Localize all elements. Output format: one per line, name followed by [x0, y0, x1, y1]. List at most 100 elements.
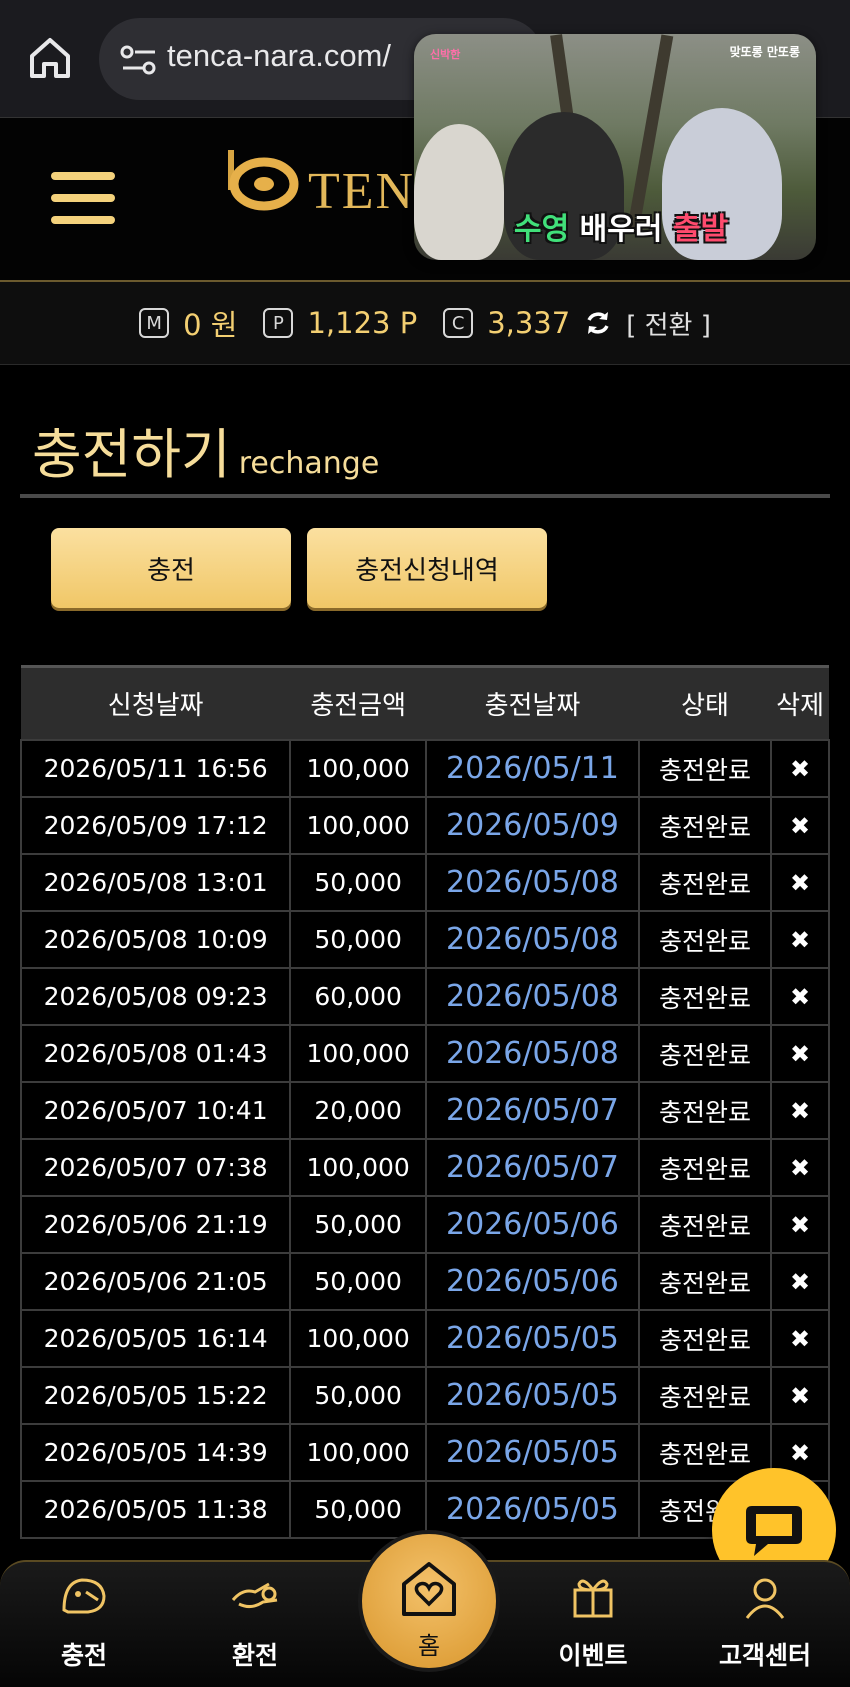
amount-cell: 100,000 — [289, 1024, 428, 1083]
title-divider — [20, 494, 830, 498]
delete-button[interactable]: ✖ — [770, 1252, 830, 1311]
delete-button[interactable]: ✖ — [770, 1081, 830, 1140]
charged-date-link[interactable]: 2026/05/05 — [425, 1366, 640, 1425]
refresh-icon[interactable] — [584, 309, 612, 337]
status-cell: 충전완료 — [637, 1252, 773, 1311]
requested-date-cell: 2026/05/07 10:41 — [19, 1081, 292, 1140]
column-header: 삭제 — [771, 665, 829, 740]
amount-cell: 50,000 — [289, 853, 428, 912]
site-settings-icon[interactable] — [119, 44, 159, 76]
charge-button[interactable]: 충전 — [51, 528, 291, 608]
nav-item-home[interactable]: 홈 — [358, 1530, 500, 1672]
nav-item-support[interactable]: 고객센터 — [700, 1562, 830, 1672]
table-row: 2026/05/05 15:22 50,000 2026/05/05 충전완료 ✖ — [19, 1366, 830, 1425]
table-row: 2026/05/09 17:12 100,000 2026/05/09 충전완료 ✖ — [19, 796, 830, 855]
delete-button[interactable]: ✖ — [770, 796, 830, 855]
video-person — [414, 124, 504, 260]
charged-date-link[interactable]: 2026/05/05 — [425, 1480, 640, 1539]
video-badge: 맞또롱 만또롱 — [729, 45, 800, 59]
table-row: 2026/05/07 07:38 100,000 2026/05/07 충전완료 ✖ — [19, 1138, 830, 1197]
delete-button[interactable]: ✖ — [770, 1024, 830, 1083]
charged-date-link[interactable]: 2026/05/08 — [425, 967, 640, 1026]
balance-bar: M 0 원 P 1,123 P C 3,337 [ 전환 ] — [0, 282, 850, 365]
logo-emblem-icon — [228, 150, 299, 211]
support-agent-icon — [745, 1578, 785, 1619]
page-subtitle: rechange — [238, 446, 380, 481]
charged-date-link[interactable]: 2026/05/05 — [425, 1309, 640, 1368]
menu-icon[interactable] — [51, 172, 115, 226]
column-header: 상태 — [638, 665, 772, 740]
charged-date-link[interactable]: 2026/05/08 — [425, 910, 640, 969]
nav-item-charge[interactable]: 충전 — [19, 1562, 149, 1672]
status-cell: 충전완료 — [637, 1081, 773, 1140]
status-cell: 충전완료 — [637, 796, 773, 855]
coin-balance: 3,337 — [487, 306, 571, 340]
convert-link[interactable]: [ 전환 ] — [626, 305, 711, 342]
table-row: 2026/05/06 21:19 50,000 2026/05/06 충전완료 ✖ — [19, 1195, 830, 1254]
amount-cell: 50,000 — [289, 1480, 428, 1539]
table-header-row: 신청날짜 충전금액 충전날짜 상태 삭제 — [21, 665, 829, 740]
coin-icon: C — [443, 308, 474, 338]
table-row: 2026/05/11 16:56 100,000 2026/05/11 충전완료 ✖ — [19, 739, 830, 798]
video-overlay[interactable]: 신박한 맞또롱 만또롱 수영 배우러 출발 — [414, 34, 816, 260]
charged-date-link[interactable]: 2026/05/08 — [425, 853, 640, 912]
amount-cell: 100,000 — [289, 1423, 428, 1482]
delete-button[interactable]: ✖ — [770, 1138, 830, 1197]
charged-date-link[interactable]: 2026/05/07 — [425, 1138, 640, 1197]
url-text: tenca-nara.com/ — [167, 38, 391, 73]
home-heart-icon — [402, 1562, 456, 1616]
table-row: 2026/05/05 16:14 100,000 2026/05/05 충전완료 ✖ — [19, 1309, 830, 1368]
video-caption: 수영 배우러 출발 — [514, 212, 729, 247]
column-header: 신청날짜 — [21, 665, 291, 740]
page-title: 충전하기 rechange — [32, 423, 380, 486]
delete-button[interactable]: ✖ — [770, 853, 830, 912]
gift-icon — [573, 1579, 613, 1618]
delete-button[interactable]: ✖ — [770, 967, 830, 1026]
table-row: 2026/05/05 14:39 100,000 2026/05/05 충전완료 ✖ — [19, 1423, 830, 1482]
requested-date-cell: 2026/05/05 14:39 — [19, 1423, 292, 1482]
status-cell: 충전완료 — [637, 739, 773, 798]
money-icon: M — [139, 308, 170, 338]
requested-date-cell: 2026/05/08 13:01 — [19, 853, 292, 912]
status-cell: 충전완료 — [637, 1138, 773, 1197]
charge-history-table: 신청날짜 충전금액 충전날짜 상태 삭제 2026/05/11 16:56 100… — [19, 665, 830, 1539]
table-row: 2026/05/08 09:23 60,000 2026/05/08 충전완료 ✖ — [19, 967, 830, 1026]
requested-date-cell: 2026/05/08 10:09 — [19, 910, 292, 969]
amount-cell: 100,000 — [289, 739, 428, 798]
money-balance: 0 원 — [183, 308, 238, 342]
charged-date-link[interactable]: 2026/05/05 — [425, 1423, 640, 1482]
table-row: 2026/05/08 01:43 100,000 2026/05/08 충전완료 ✖ — [19, 1024, 830, 1083]
nav-item-exchange[interactable]: 환전 — [190, 1562, 320, 1672]
charged-date-link[interactable]: 2026/05/11 — [425, 739, 640, 798]
nav-item-event[interactable]: 이벤트 — [528, 1562, 658, 1672]
charged-date-link[interactable]: 2026/05/06 — [425, 1195, 640, 1254]
amount-cell: 50,000 — [289, 1252, 428, 1311]
charged-date-link[interactable]: 2026/05/06 — [425, 1252, 640, 1311]
delete-button[interactable]: ✖ — [770, 1366, 830, 1425]
table-row: 2026/05/08 10:09 50,000 2026/05/08 충전완료 ✖ — [19, 910, 830, 969]
column-header: 충전금액 — [290, 665, 427, 740]
delete-button[interactable]: ✖ — [770, 739, 830, 798]
amount-cell: 50,000 — [289, 1366, 428, 1425]
charged-date-link[interactable]: 2026/05/08 — [425, 1024, 640, 1083]
table-row: 2026/05/07 10:41 20,000 2026/05/07 충전완료 ✖ — [19, 1081, 830, 1140]
status-cell: 충전완료 — [637, 853, 773, 912]
amount-cell: 60,000 — [289, 967, 428, 1026]
amount-cell: 100,000 — [289, 1138, 428, 1197]
home-icon[interactable] — [26, 34, 74, 82]
delete-button[interactable]: ✖ — [770, 1195, 830, 1254]
video-badge: 신박한 — [430, 48, 461, 61]
site-logo[interactable]: TEN — [226, 140, 426, 220]
status-cell: 충전완료 — [637, 910, 773, 969]
requested-date-cell: 2026/05/11 16:56 — [19, 739, 292, 798]
delete-button[interactable]: ✖ — [770, 910, 830, 969]
charge-history-button[interactable]: 충전신청내역 — [307, 528, 547, 608]
delete-button[interactable]: ✖ — [770, 1309, 830, 1368]
exchange-icon — [231, 1582, 278, 1609]
requested-date-cell: 2026/05/05 11:38 — [19, 1480, 292, 1539]
requested-date-cell: 2026/05/07 07:38 — [19, 1138, 292, 1197]
charged-date-link[interactable]: 2026/05/09 — [425, 796, 640, 855]
status-cell: 충전완료 — [637, 1366, 773, 1425]
amount-cell: 100,000 — [289, 796, 428, 855]
charged-date-link[interactable]: 2026/05/07 — [425, 1081, 640, 1140]
